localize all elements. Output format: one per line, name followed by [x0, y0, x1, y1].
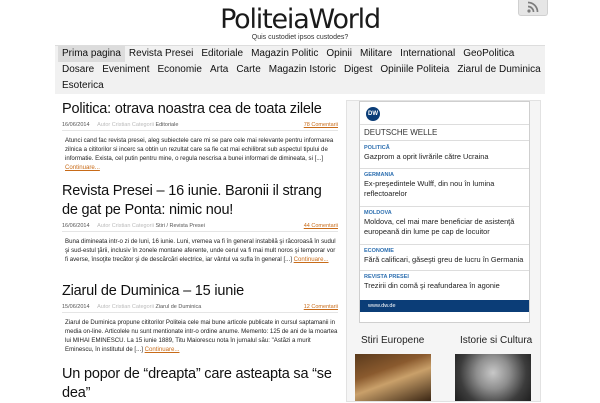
nav-item-magazin-politic[interactable]: Magazin Politic: [247, 46, 322, 62]
post-title[interactable]: Revista Presei – 16 iunie. Baronii il st…: [62, 182, 338, 220]
nav-item-ziarul-de-duminica[interactable]: Ziarul de Duminica: [453, 62, 544, 78]
nav-item-arta[interactable]: Arta: [206, 62, 232, 78]
divider: [360, 206, 529, 207]
nav-row-1: Prima pagina Revista Presei Editoriale M…: [58, 46, 518, 62]
nav-item-esoterica[interactable]: Esoterica: [58, 78, 108, 94]
post-comments-link[interactable]: 44 Comentarii: [304, 223, 338, 229]
nav-item-geopolitica[interactable]: GeoPolitica: [459, 46, 518, 62]
post-excerpt-text: Ziarul de Duminica propune cititorilor P…: [65, 319, 338, 353]
dw-news-category: REVISTA PRESEI: [364, 274, 409, 280]
dw-news-category: MOLDOVA: [364, 210, 392, 216]
rss-button[interactable]: [518, 0, 548, 16]
nav-item-carte[interactable]: Carte: [232, 62, 264, 78]
post-comments-link[interactable]: 12 Comentarii: [304, 304, 338, 310]
post-author: Autor Cristian Categorii: [97, 122, 154, 128]
main-navigation: Prima pagina Revista Presei Editoriale M…: [55, 45, 545, 94]
post-date: 16/06/2014: [62, 122, 90, 128]
continue-reading-link[interactable]: Continuare...: [145, 346, 180, 353]
nav-item-magazin-istoric[interactable]: Magazin Istoric: [265, 62, 340, 78]
post-excerpt: Atunci cand fac revista presei, aleg sub…: [62, 137, 338, 173]
divider: [360, 244, 529, 245]
sidebar: DW DEUTSCHE WELLE POLITICĂ Gazprom a opr…: [346, 100, 541, 402]
nav-item-dosare[interactable]: Dosare: [58, 62, 98, 78]
post-excerpt: Buna dimineata intr-o zi de luni, 16 iun…: [62, 238, 338, 265]
continue-reading-link[interactable]: Continuare...: [294, 256, 329, 263]
dw-logo[interactable]: DW: [366, 107, 380, 121]
post-category[interactable]: Ziarul de Duminica: [155, 304, 201, 310]
dw-site-link[interactable]: www.dw.de: [360, 300, 529, 312]
nav-item-revista-presei[interactable]: Revista Presei: [125, 46, 197, 62]
post-item: Revista Presei – 16 iunie. Baronii il st…: [62, 182, 338, 265]
nav-item-opiniile-politeia[interactable]: Opiniile Politeia: [376, 62, 453, 78]
continue-reading-link[interactable]: Continuare...: [65, 164, 100, 171]
deutsche-welle-widget: DW DEUTSCHE WELLE POLITICĂ Gazprom a opr…: [359, 101, 530, 323]
dw-news-headline[interactable]: Gazprom a oprit livrările către Ucraina: [364, 152, 526, 162]
post-item: Un popor de “dreapta” care asteapta sa “…: [62, 365, 338, 403]
divider: [360, 168, 529, 169]
site-tagline: Quis custodiet ipsos custodes?: [251, 34, 349, 41]
site-title[interactable]: PoliteiaWorld: [0, 3, 600, 37]
widget-title-istorie-si-cultura: Istorie si Cultura: [460, 335, 533, 346]
dw-news-headline[interactable]: Ex-preşedintele Wulff, din nou în lumina…: [364, 179, 526, 199]
post-title[interactable]: Politica: otrava noastra cea de toata zi…: [62, 100, 338, 119]
dw-news-category: POLITICĂ: [364, 145, 390, 151]
dw-news-headline[interactable]: Trezirii din comă şi reafundarea în agon…: [364, 281, 526, 291]
nav-row-3: Esoterica: [58, 78, 108, 94]
post-excerpt-text: Atunci cand fac revista presei, aleg sub…: [65, 137, 334, 162]
nav-item-eveniment[interactable]: Eveniment: [98, 62, 153, 78]
post-category[interactable]: Stiri / Revista Presei: [155, 223, 205, 229]
nav-row-2: Dosare Eveniment Economie Arta Carte Mag…: [58, 62, 545, 78]
dw-news-item[interactable]: POLITICĂ Gazprom a oprit livrările către…: [364, 145, 526, 162]
nav-item-digest[interactable]: Digest: [340, 62, 376, 78]
dw-news-item[interactable]: REVISTA PRESEI Trezirii din comă şi reaf…: [364, 274, 526, 291]
post-author: Autor Cristian Categorii: [97, 223, 154, 229]
istorie-si-cultura-thumbnail[interactable]: [455, 354, 531, 401]
rss-icon: [527, 1, 539, 13]
dw-news-item[interactable]: ECONOMIE Fără calificari, găseşti greu d…: [364, 248, 526, 265]
post-meta: 16/06/2014 Autor Cristian Categorii Edit…: [62, 119, 338, 131]
post-item: Ziarul de Duminica – 15 iunie 15/06/2014…: [62, 282, 338, 355]
post-date: 16/06/2014: [62, 223, 90, 229]
post-category[interactable]: Editoriale: [155, 122, 178, 128]
dw-news-category: GERMANIA: [364, 172, 394, 178]
post-item: Politica: otrava noastra cea de toata zi…: [62, 100, 338, 173]
dw-news-headline[interactable]: Fără calificari, găseşti greu de lucru î…: [364, 255, 526, 265]
post-author: Autor Cristian Categorii: [97, 304, 154, 310]
nav-item-editoriale[interactable]: Editoriale: [197, 46, 247, 62]
divider: [360, 270, 529, 271]
nav-item-international[interactable]: International: [396, 46, 459, 62]
nav-item-opinii[interactable]: Opinii: [322, 46, 356, 62]
nav-item-economie[interactable]: Economie: [154, 62, 206, 78]
nav-item-militare[interactable]: Militare: [356, 46, 396, 62]
divider: [360, 140, 529, 141]
nav-item-prima-pagina[interactable]: Prima pagina: [58, 46, 125, 62]
dw-news-item[interactable]: MOLDOVA Moldova, cel mai mare beneficiar…: [364, 210, 526, 237]
post-meta: 15/06/2014 Autor Cristian Categorii Ziar…: [62, 301, 338, 313]
dw-news-headline[interactable]: Moldova, cel mai mare beneficiar de asis…: [364, 217, 526, 237]
post-comments-link[interactable]: 78 Comentarii: [304, 122, 338, 128]
post-title[interactable]: Un popor de “dreapta” care asteapta sa “…: [62, 365, 338, 403]
widget-title-stiri-europene: Stiri Europene: [361, 335, 425, 346]
post-date: 15/06/2014: [62, 304, 90, 310]
divider: [360, 124, 529, 125]
stiri-europene-thumbnail[interactable]: [355, 354, 431, 401]
post-excerpt: Ziarul de Duminica propune cititorilor P…: [62, 319, 338, 355]
dw-news-item[interactable]: GERMANIA Ex-preşedintele Wulff, din nou …: [364, 172, 526, 199]
site-header: PoliteiaWorld Quis custodiet ipsos custo…: [0, 0, 600, 46]
dw-news-category: ECONOMIE: [364, 248, 394, 254]
dw-widget-title: DEUTSCHE WELLE: [364, 128, 438, 137]
post-title[interactable]: Ziarul de Duminica – 15 iunie: [62, 282, 338, 301]
post-meta: 16/06/2014 Autor Cristian Categorii Stir…: [62, 220, 338, 232]
